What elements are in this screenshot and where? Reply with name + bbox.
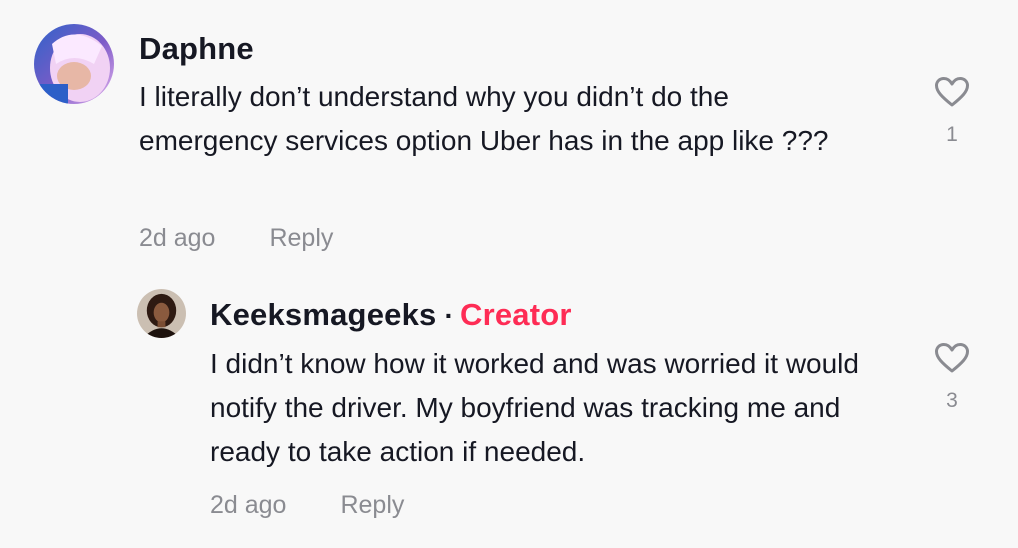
comment-text: I literally don’t understand why you did… bbox=[139, 81, 829, 156]
reply-button[interactable]: Reply bbox=[340, 491, 404, 519]
separator-dot: · bbox=[444, 300, 454, 331]
avatar[interactable] bbox=[34, 24, 114, 104]
comment-timestamp: 2d ago bbox=[139, 224, 216, 252]
reply-text: I didn’t know how it worked and was worr… bbox=[210, 348, 859, 467]
avatar-image bbox=[137, 289, 186, 338]
reply-username-line: Keeksmageeks · Creator bbox=[210, 299, 572, 330]
reply-timestamp: 2d ago bbox=[210, 491, 287, 519]
comment-meta: 2d ago Reply bbox=[139, 226, 333, 251]
like-count: 1 bbox=[946, 123, 958, 146]
heart-outline-icon[interactable] bbox=[934, 342, 970, 374]
creator-badge: Creator bbox=[460, 297, 572, 332]
reply-meta: 2d ago Reply bbox=[210, 493, 404, 518]
reply-username[interactable]: Keeksmageeks bbox=[210, 297, 436, 332]
avatar-image bbox=[34, 24, 114, 104]
like-control: 3 bbox=[932, 342, 972, 411]
comment-username[interactable]: Daphne bbox=[139, 33, 254, 64]
avatar[interactable] bbox=[137, 289, 186, 338]
like-control: 1 bbox=[932, 76, 972, 145]
like-count: 3 bbox=[946, 389, 958, 412]
reply-button[interactable]: Reply bbox=[269, 224, 333, 252]
heart-outline-icon[interactable] bbox=[934, 76, 970, 108]
